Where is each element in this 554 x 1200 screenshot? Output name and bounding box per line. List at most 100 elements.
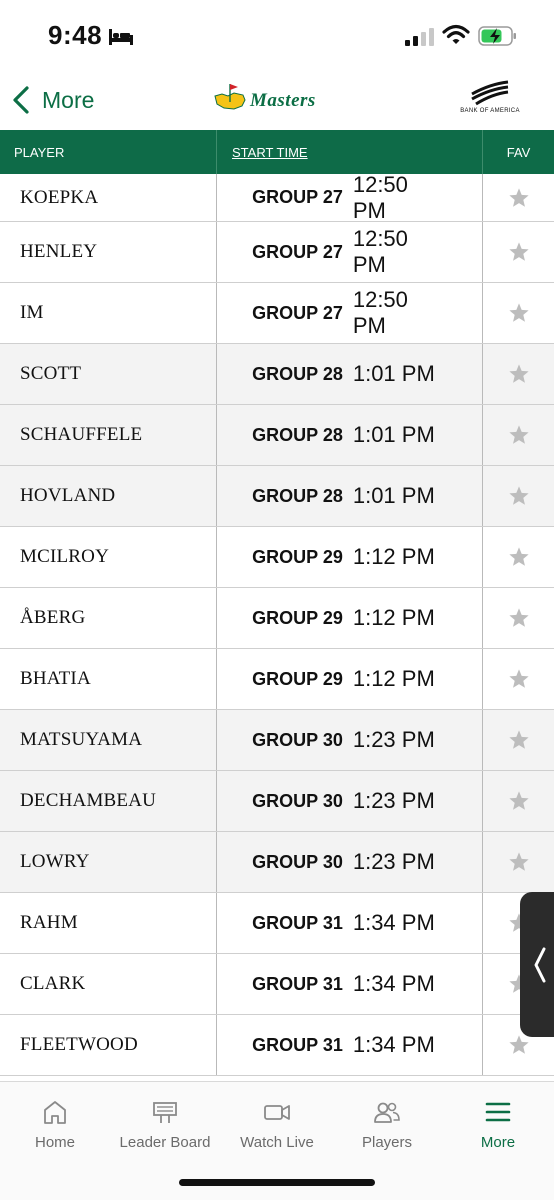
tee-time: 1:34 PM bbox=[352, 971, 435, 996]
favorite-button[interactable] bbox=[482, 283, 554, 343]
tee-time: 12:50 PM bbox=[352, 226, 408, 277]
video-camera-icon bbox=[264, 1105, 290, 1120]
player-name[interactable]: LOWRY bbox=[0, 832, 216, 892]
favorite-button[interactable] bbox=[482, 832, 554, 892]
player-name[interactable]: ÅBERG bbox=[0, 588, 216, 648]
start-time-cell: GROUP 29 1:12 PM bbox=[216, 527, 482, 587]
bed-icon bbox=[109, 29, 133, 45]
favorite-button[interactable] bbox=[482, 405, 554, 465]
battery-charging-icon bbox=[478, 26, 516, 46]
column-header-start-time[interactable]: START TIME bbox=[216, 130, 482, 174]
star-icon bbox=[508, 242, 529, 261]
group-number: GROUP 30 bbox=[252, 790, 343, 811]
favorite-button[interactable] bbox=[482, 710, 554, 770]
group-number: GROUP 27 bbox=[252, 241, 343, 262]
player-name[interactable]: HENLEY bbox=[0, 222, 216, 282]
masters-logo: Masters bbox=[212, 82, 316, 112]
star-icon bbox=[508, 608, 529, 627]
tab-label: Leader Board bbox=[119, 1134, 211, 1151]
group-number: GROUP 30 bbox=[252, 851, 343, 872]
group-number: GROUP 28 bbox=[252, 363, 343, 384]
start-time-cell: GROUP 30 1:23 PM bbox=[216, 771, 482, 831]
player-name[interactable]: CLARK bbox=[0, 954, 216, 1014]
favorite-button[interactable] bbox=[482, 344, 554, 404]
star-icon bbox=[508, 791, 529, 810]
star-icon bbox=[508, 364, 529, 383]
tee-time: 1:12 PM bbox=[352, 605, 435, 630]
favorite-button[interactable] bbox=[482, 527, 554, 587]
start-time-cell: GROUP 28 1:01 PM bbox=[216, 466, 482, 526]
start-time-cell: GROUP 28 1:01 PM bbox=[216, 405, 482, 465]
player-name[interactable]: FLEETWOOD bbox=[0, 1015, 216, 1075]
tab-label: More bbox=[480, 1134, 516, 1151]
player-name[interactable]: MCILROY bbox=[0, 527, 216, 587]
tab-watch-live[interactable]: Watch Live bbox=[222, 1098, 332, 1158]
player-name[interactable]: BHATIA bbox=[0, 649, 216, 709]
player-name[interactable]: MATSUYAMA bbox=[0, 710, 216, 770]
tee-times-table[interactable]: KOEPKA GROUP 27 12:50 PM HENLEY GROUP 27… bbox=[0, 174, 554, 1081]
group-number: GROUP 27 bbox=[252, 187, 343, 207]
masters-flag-map-icon bbox=[214, 84, 246, 110]
player-name[interactable]: KOEPKA bbox=[0, 174, 216, 221]
favorite-button[interactable] bbox=[482, 771, 554, 831]
table-row: FLEETWOOD GROUP 31 1:34 PM bbox=[0, 1015, 554, 1076]
table-row: KOEPKA GROUP 27 12:50 PM bbox=[0, 174, 554, 223]
player-name[interactable]: DECHAMBEAU bbox=[0, 771, 216, 831]
start-time-cell: GROUP 27 12:50 PM bbox=[216, 222, 482, 282]
chevron-left-icon bbox=[534, 947, 546, 982]
tee-time: 1:01 PM bbox=[352, 483, 435, 508]
star-icon bbox=[508, 669, 529, 688]
players-icon bbox=[374, 1102, 400, 1123]
side-panel-tab[interactable] bbox=[520, 892, 554, 1037]
home-indicator bbox=[179, 1179, 375, 1186]
player-name[interactable]: RAHM bbox=[0, 893, 216, 953]
tab-home[interactable]: Home bbox=[0, 1098, 110, 1158]
back-button[interactable]: More bbox=[10, 80, 94, 120]
star-icon bbox=[508, 187, 529, 207]
star-icon bbox=[508, 303, 529, 322]
group-number: GROUP 27 bbox=[252, 302, 343, 323]
table-row: ÅBERG GROUP 29 1:12 PM bbox=[0, 588, 554, 649]
tee-time: 12:50 PM bbox=[352, 174, 408, 223]
star-icon bbox=[508, 1035, 529, 1054]
star-icon bbox=[508, 730, 529, 749]
masters-wordmark: Masters bbox=[250, 90, 316, 111]
wifi-icon bbox=[442, 24, 470, 44]
app-header: More Masters BANK OF AMERICA bbox=[0, 72, 554, 130]
group-number: GROUP 29 bbox=[252, 546, 343, 567]
star-icon bbox=[508, 486, 529, 505]
table-row: HOVLAND GROUP 28 1:01 PM bbox=[0, 466, 554, 527]
star-icon bbox=[508, 852, 529, 871]
column-header-fav: FAV bbox=[482, 130, 554, 174]
start-time-cell: GROUP 29 1:12 PM bbox=[216, 649, 482, 709]
tab-players[interactable]: Players bbox=[332, 1098, 442, 1158]
player-name[interactable]: HOVLAND bbox=[0, 466, 216, 526]
tee-time: 1:01 PM bbox=[352, 422, 435, 447]
favorite-button[interactable] bbox=[482, 466, 554, 526]
favorite-button[interactable] bbox=[482, 222, 554, 282]
start-time-cell: GROUP 31 1:34 PM bbox=[216, 954, 482, 1014]
tab-leader-board[interactable]: Leader Board bbox=[110, 1098, 220, 1158]
column-header-player: PLAYER bbox=[14, 144, 65, 160]
start-time-cell: GROUP 30 1:23 PM bbox=[216, 710, 482, 770]
start-time-cell: GROUP 30 1:23 PM bbox=[216, 832, 482, 892]
table-row: DECHAMBEAU GROUP 30 1:23 PM bbox=[0, 771, 554, 832]
start-time-cell: GROUP 27 12:50 PM bbox=[216, 283, 482, 343]
player-name[interactable]: IM bbox=[0, 283, 216, 343]
player-name[interactable]: SCHAUFFELE bbox=[0, 405, 216, 465]
sponsor-text: BANK OF AMERICA bbox=[460, 108, 520, 114]
start-time-cell: GROUP 28 1:01 PM bbox=[216, 344, 482, 404]
table-row: CLARK GROUP 31 1:34 PM bbox=[0, 954, 554, 1015]
tee-time: 1:34 PM bbox=[352, 1032, 435, 1057]
favorite-button[interactable] bbox=[482, 649, 554, 709]
tab-label: Home bbox=[34, 1134, 75, 1151]
tab-more[interactable]: More bbox=[443, 1098, 553, 1158]
favorite-button[interactable] bbox=[482, 174, 554, 221]
tab-label: Watch Live bbox=[240, 1134, 314, 1151]
group-number: GROUP 29 bbox=[252, 668, 343, 689]
group-number: GROUP 31 bbox=[252, 973, 343, 994]
start-time-cell: GROUP 31 1:34 PM bbox=[216, 893, 482, 953]
home-icon bbox=[44, 1101, 66, 1124]
favorite-button[interactable] bbox=[482, 588, 554, 648]
player-name[interactable]: SCOTT bbox=[0, 344, 216, 404]
